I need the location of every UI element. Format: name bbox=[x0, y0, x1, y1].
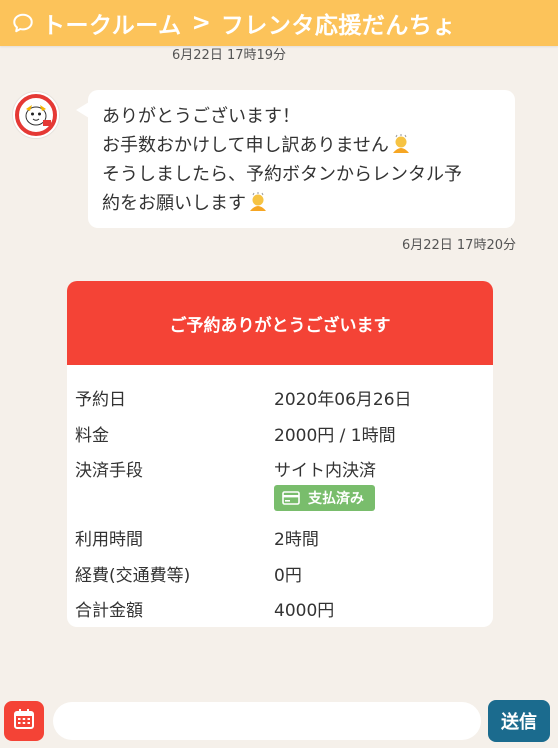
message-input[interactable] bbox=[53, 702, 481, 740]
paid-status-label: 支払済み bbox=[308, 491, 364, 507]
credit-card-icon bbox=[282, 491, 300, 505]
usage-time-value: 2時間 bbox=[274, 530, 319, 550]
message-line: ありがとうございます！ bbox=[102, 106, 300, 127]
reservation-date-label: 予約日 bbox=[75, 390, 126, 410]
chat-bubble-icon bbox=[12, 11, 36, 35]
message-line: お手数おかけして申し訳ありません bbox=[102, 131, 501, 160]
expenses-value: 0円 bbox=[274, 566, 302, 586]
message-line: そうしましたら、予約ボタンからレンタル予 bbox=[102, 164, 462, 185]
paid-status-badge: 支払済み bbox=[274, 485, 375, 511]
send-button[interactable]: 送信 bbox=[488, 700, 550, 742]
message-text: お手数おかけして申し訳ありません bbox=[102, 135, 389, 156]
usage-time-label: 利用時間 bbox=[75, 530, 143, 550]
message-timestamp: 6月22日 17時19分 bbox=[172, 48, 287, 63]
message-bubble: ありがとうございます！ お手数おかけして申し訳ありません そうしましたら、予約ボ… bbox=[76, 90, 515, 228]
total-amount-label: 合計金額 bbox=[75, 601, 143, 621]
breadcrumb-separator: > bbox=[191, 10, 211, 36]
bowing-person-icon bbox=[391, 134, 411, 154]
fee-value: 2000円 / 1時間 bbox=[274, 426, 396, 446]
message-text: 約をお願いします bbox=[102, 193, 246, 214]
room-title: フレンタ応援だんちょ bbox=[220, 13, 456, 39]
total-amount-value: 4000円 bbox=[274, 601, 335, 621]
message-timestamp: 6月22日 17時20分 bbox=[401, 238, 516, 253]
expenses-label: 経費(交通費等) bbox=[75, 566, 191, 586]
mascot-avatar-icon[interactable] bbox=[12, 91, 60, 139]
reservation-card: ご予約ありがとうございます 予約日 2020年06月26日 料金 2000円 /… bbox=[67, 281, 493, 627]
fee-label: 料金 bbox=[75, 426, 109, 446]
payment-method-label: 決済手段 bbox=[75, 461, 143, 481]
reservation-card-title: ご予約ありがとうございます bbox=[67, 281, 493, 365]
reservation-date-value: 2020年06月26日 bbox=[274, 390, 412, 410]
bowing-person-icon bbox=[248, 192, 268, 212]
calendar-icon bbox=[12, 707, 36, 735]
calendar-button[interactable] bbox=[4, 701, 44, 741]
header-bar: トークルーム > フレンタ応援だんちょ bbox=[0, 0, 558, 46]
payment-method-value: サイト内決済 bbox=[274, 461, 376, 481]
message-line: 約をお願いします bbox=[102, 189, 501, 218]
breadcrumb-talk-room[interactable]: トークルーム bbox=[42, 6, 182, 40]
